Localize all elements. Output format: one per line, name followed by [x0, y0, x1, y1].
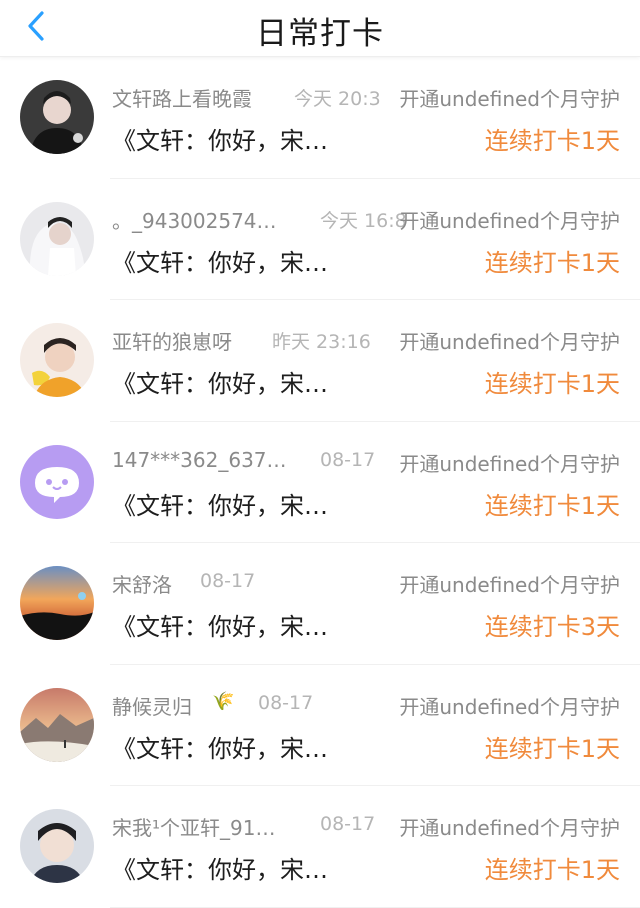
checkin-message: 《文轩：你好，宋… [112, 127, 328, 155]
checkin-message: 《文轩：你好，宋… [112, 856, 328, 884]
checkin-time: 今天 16:8 [320, 209, 407, 232]
streak-badge: 连续打卡1天 [484, 491, 620, 520]
checkin-time: 08-17 [200, 570, 256, 592]
user-name: 。_943002574… [112, 208, 277, 233]
list-item[interactable]: 静候灵归 🌾 08-17 开通undefined个月守护 《文轩：你好，宋… 连… [20, 665, 640, 786]
avatar[interactable] [20, 201, 94, 276]
guard-text: 开通undefined个月守护 [399, 573, 620, 597]
list-item[interactable]: 147***362_637… 08-17 开通undefined个月守护 《文轩… [20, 422, 640, 543]
list-item[interactable]: 文轩路上看晚霞 今天 20:3 开通undefined个月守护 《文轩：你好，宋… [20, 57, 640, 179]
user-name: 静候灵归 [112, 694, 192, 719]
list-item[interactable]: 宋我¹个亚轩_91… 08-17 开通undefined个月守护 《文轩：你好，… [20, 786, 640, 908]
avatar[interactable] [20, 323, 94, 397]
streak-badge: 连续打卡1天 [484, 127, 620, 155]
guard-text: 开通undefined个月守护 [399, 330, 620, 354]
streak-badge: 连续打卡3天 [484, 613, 620, 641]
top-bar: 日常打卡 [0, 0, 640, 57]
user-name: 文轩路上看晚霞 [112, 87, 252, 111]
list-item[interactable]: 亚轩的狼崽呀 昨天 23:16 开通undefined个月守护 《文轩：你好，宋… [20, 300, 640, 422]
chat-bubble-icon [20, 444, 94, 519]
list-item[interactable]: 宋舒洛 08-17 开通undefined个月守护 《文轩：你好，宋… 连续打卡… [20, 543, 640, 665]
avatar[interactable] [20, 687, 94, 762]
checkin-time: 昨天 23:16 [272, 331, 371, 353]
streak-badge: 连续打卡1天 [484, 856, 620, 884]
avatar[interactable] [20, 80, 94, 154]
avatar[interactable] [20, 566, 94, 640]
guard-text: 开通undefined个月守护 [399, 694, 620, 719]
checkin-message: 《文轩：你好，宋… [112, 491, 328, 520]
checkin-message: 《文轩：你好，宋… [112, 734, 328, 763]
guard-text: 开通undefined个月守护 [399, 451, 620, 476]
user-name: 宋我¹个亚轩_91… [112, 816, 276, 840]
checkin-message: 《文轩：你好，宋… [112, 248, 328, 277]
checkin-message: 《文轩：你好，宋… [112, 613, 328, 641]
streak-badge: 连续打卡1天 [484, 734, 620, 763]
checkin-time: 今天 20:3 [294, 88, 381, 110]
checkin-time: 08-17 [320, 448, 376, 471]
wheat-icon: 🌾 [212, 690, 235, 712]
checkin-time: 08-17 [320, 813, 376, 835]
checkin-time: 08-17 [258, 691, 314, 714]
page-title: 日常打卡 [256, 16, 384, 52]
streak-badge: 连续打卡1天 [484, 370, 620, 398]
streak-badge: 连续打卡1天 [484, 248, 620, 277]
checkin-list: 文轩路上看晚霞 今天 20:3 开通undefined个月守护 《文轩：你好，宋… [0, 57, 640, 908]
checkin-message: 《文轩：你好，宋… [112, 370, 328, 398]
avatar[interactable] [20, 444, 94, 519]
user-name: 147***362_637… [112, 447, 287, 472]
guard-text: 开通undefined个月守护 [399, 208, 620, 233]
guard-text: 开通undefined个月守护 [399, 87, 620, 111]
avatar[interactable] [20, 809, 94, 883]
user-name: 宋舒洛 [112, 573, 172, 597]
guard-text: 开通undefined个月守护 [399, 816, 620, 840]
user-name: 亚轩的狼崽呀 [112, 330, 232, 354]
list-item[interactable]: 。_943002574… 今天 16:8 开通undefined个月守护 《文轩… [20, 179, 640, 300]
